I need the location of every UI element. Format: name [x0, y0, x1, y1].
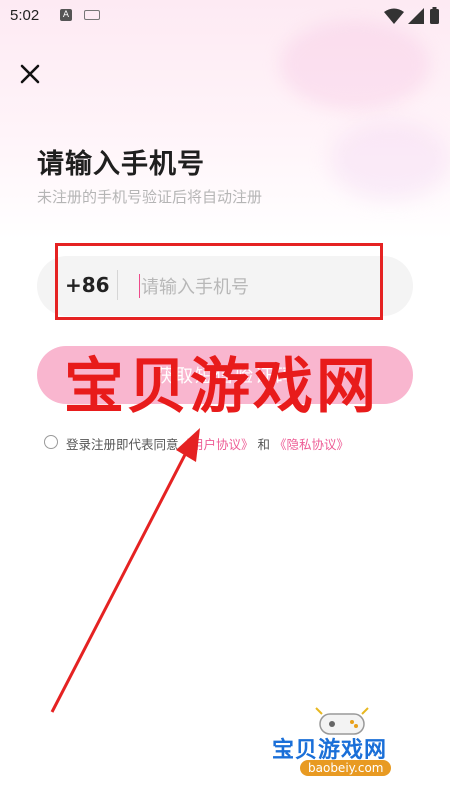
arrow-head-icon [176, 428, 200, 462]
logo-url: baobeiy.com [300, 760, 392, 776]
site-logo: 宝贝游戏网 baobeiy.com [272, 704, 422, 784]
arrow-shaft [50, 444, 192, 713]
annotation-arrow [50, 428, 200, 713]
